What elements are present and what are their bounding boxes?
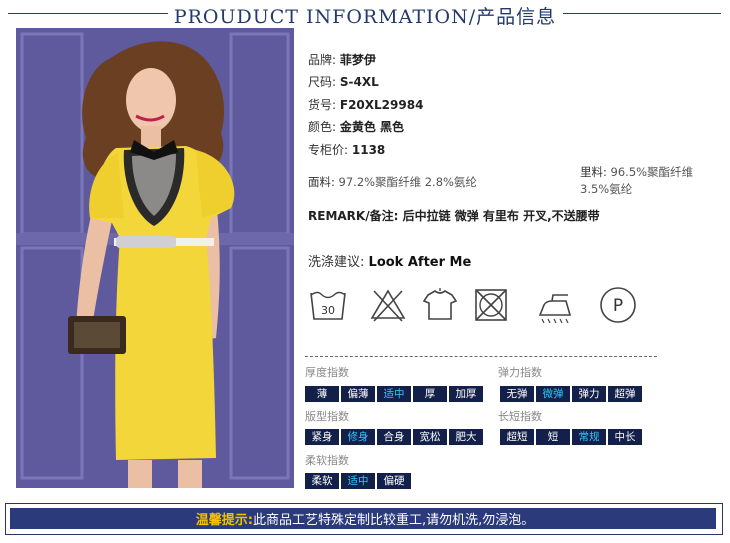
product-photo [16, 28, 294, 488]
fit-option: 修身 [341, 429, 375, 445]
thickness-option: 薄 [305, 386, 339, 402]
elasticity-option: 超弹 [608, 386, 642, 402]
thickness-option: 加厚 [449, 386, 483, 402]
length-option: 中长 [608, 429, 642, 445]
dry-clean-p-icon: P [598, 285, 638, 325]
thickness-scale: 薄偏薄 适中厚加厚 [305, 386, 483, 402]
spec-item-number: 货号: F20XL29984 [308, 98, 424, 112]
elasticity-option: 微弹 [536, 386, 570, 402]
page-title: PROUDUCT INFORMATION/产品信息 [0, 2, 730, 29]
softness-scale: 柔软 适中 偏硬 [305, 473, 411, 489]
length-option: 短 [536, 429, 570, 445]
wash-advice: 洗涤建议: Look After Me [308, 255, 472, 270]
hang-dry-icon [420, 285, 460, 325]
elasticity-scale-title: 弹力指数 [498, 366, 542, 379]
length-option: 超短 [500, 429, 534, 445]
spec-fabric: 面料: 97.2%聚酯纤维 2.8%氨纶 [308, 175, 477, 189]
spec-brand: 品牌: 菲梦伊 [308, 53, 376, 67]
fit-scale: 紧身 修身 合身 宽松 肥大 [305, 429, 483, 445]
fit-option: 宽松 [413, 429, 447, 445]
fit-option: 肥大 [449, 429, 483, 445]
spec-lining: 里料: 96.5%聚酯纤维 3.5%氨纶 [580, 165, 694, 196]
length-scale: 超短短常规 中长 [500, 429, 642, 445]
svg-text:30: 30 [321, 304, 335, 317]
softness-option: 适中 [341, 473, 375, 489]
thickness-scale-title: 厚度指数 [305, 366, 349, 379]
elasticity-option: 弹力 [572, 386, 606, 402]
no-tumble-dry-icon [471, 285, 511, 325]
softness-scale-title: 柔软指数 [305, 454, 349, 467]
thickness-option: 厚 [413, 386, 447, 402]
thickness-option: 适中 [377, 386, 411, 402]
softness-option: 偏硬 [377, 473, 411, 489]
remark-text: REMARK/备注: 后中拉链 微弹 有里布 开叉,不送腰带 [308, 209, 600, 223]
wash-30-icon: 30 [308, 285, 348, 325]
spec-color: 颜色: 金黄色 黑色 [308, 120, 405, 134]
svg-text:P: P [613, 296, 623, 316]
thickness-option: 偏薄 [341, 386, 375, 402]
iron-icon [536, 285, 576, 325]
elasticity-scale: 无弹 微弹 弹力 超弹 [500, 386, 642, 402]
fit-option: 紧身 [305, 429, 339, 445]
elasticity-option: 无弹 [500, 386, 534, 402]
fit-scale-title: 版型指数 [305, 410, 349, 423]
length-option: 常规 [572, 429, 606, 445]
fit-option: 合身 [377, 429, 411, 445]
length-scale-title: 长短指数 [498, 410, 542, 423]
no-bleach-icon [368, 285, 408, 325]
notice-text: 温馨提示:此商品工艺特殊定制比较重工,请勿机洗,勿浸泡。 [195, 513, 535, 528]
softness-option: 柔软 [305, 473, 339, 489]
section-divider [305, 356, 657, 357]
spec-price: 专柜价: 1138 [308, 143, 386, 157]
spec-size: 尺码: S-4XL [308, 75, 379, 89]
